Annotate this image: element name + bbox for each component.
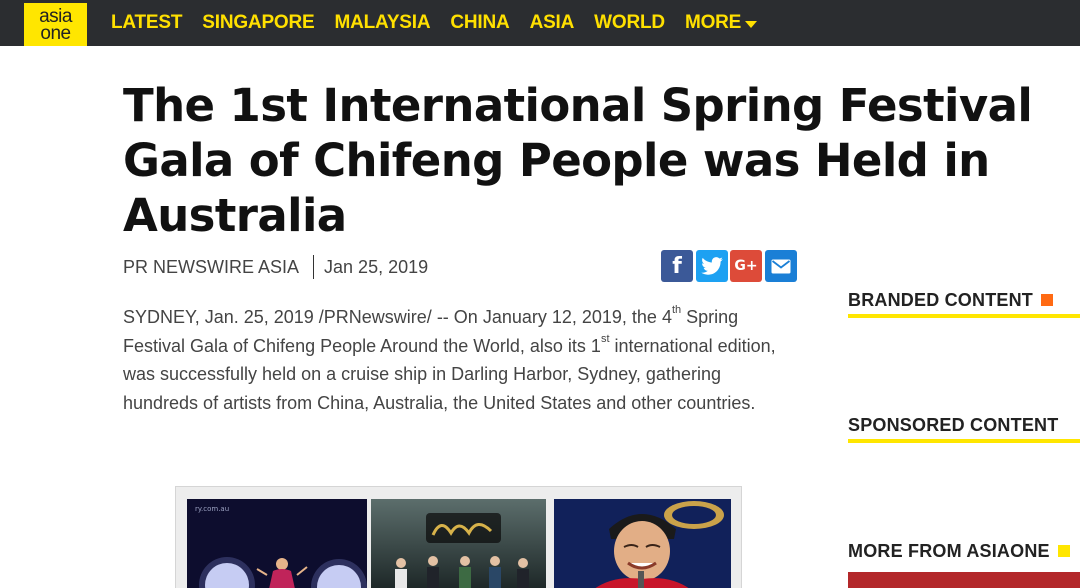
nav-item-singapore[interactable]: SINGAPORE [202, 12, 314, 34]
article-photo[interactable]: ry.com.au [175, 486, 742, 588]
email-icon [771, 259, 790, 273]
article-title: The 1st International Spring Festival Ga… [123, 79, 1033, 242]
sponsored-content-underline [848, 439, 1080, 443]
ordinal-suffix-th: th [671, 304, 682, 316]
facebook-share-button[interactable]: f [661, 250, 693, 282]
article-date: Jan 25, 2019 [324, 256, 429, 277]
photo-panel-stage: ry.com.au [187, 499, 367, 588]
asiaone-logo[interactable]: asia one [24, 3, 87, 46]
nav-more-label: MORE [684, 12, 742, 33]
branded-content-heading: BRANDED CONTENT [848, 290, 1053, 311]
sponsored-content-heading: SPONSORED CONTENT [848, 415, 1058, 436]
photo-panel-hosts [371, 499, 546, 588]
branded-content-underline [848, 314, 1080, 318]
singer-portrait-graphic [554, 499, 731, 588]
google-plus-icon: G+ [734, 258, 758, 274]
facebook-icon: f [672, 253, 682, 279]
stage-performers-graphic: ry.com.au [187, 499, 367, 588]
nav-item-world[interactable]: WORLD [594, 12, 665, 34]
main-nav: LATEST SINGAPORE MALAYSIA CHINA ASIA WOR… [111, 0, 777, 46]
nav-item-china[interactable]: CHINA [450, 12, 509, 34]
logo-text-line1: asia [39, 5, 72, 27]
email-share-button[interactable] [764, 250, 797, 282]
branded-content-label: BRANDED CONTENT [848, 290, 1033, 310]
article-lead-paragraph: SYDNEY, Jan. 25, 2019 /PRNewswire/ -- On… [123, 303, 783, 417]
twitter-icon [700, 257, 723, 275]
caret-down-icon [745, 20, 758, 28]
twitter-share-button[interactable] [695, 250, 728, 282]
article-meta: PR NEWSWIRE ASIA Jan 25, 2019 [123, 255, 428, 279]
logo-text-line2: one [40, 22, 71, 44]
nav-item-asia[interactable]: ASIA [530, 12, 575, 34]
meta-divider [313, 255, 315, 279]
top-nav-bar: asia one LATEST SINGAPORE MALAYSIA CHINA… [0, 0, 1080, 46]
lead-text-part-1: SYDNEY, Jan. 25, 2019 /PRNewswire/ -- On… [123, 307, 672, 327]
article-source[interactable]: PR NEWSWIRE ASIA [123, 257, 299, 278]
orange-square-marker [1041, 294, 1053, 306]
nav-item-malaysia[interactable]: MALAYSIA [335, 12, 431, 34]
ordinal-suffix-st: st [600, 332, 610, 345]
nav-item-more[interactable]: MORE [684, 12, 758, 34]
more-from-asiaone-heading: MORE FROM ASIAONE [848, 541, 1070, 562]
sponsored-content-label: SPONSORED CONTENT [848, 415, 1059, 435]
hosts-on-stage-graphic [371, 499, 546, 588]
share-buttons: f G+ [661, 250, 799, 282]
photo-watermark-text: ry.com.au [195, 505, 229, 513]
yellow-square-marker [1057, 545, 1070, 557]
nav-item-latest[interactable]: LATEST [111, 12, 182, 34]
more-from-asiaone-label: MORE FROM ASIAONE [848, 541, 1050, 561]
google-plus-share-button[interactable]: G+ [730, 250, 762, 282]
photo-panel-singer [554, 499, 731, 588]
sidebar-thumbnail-partial[interactable] [848, 572, 1080, 588]
